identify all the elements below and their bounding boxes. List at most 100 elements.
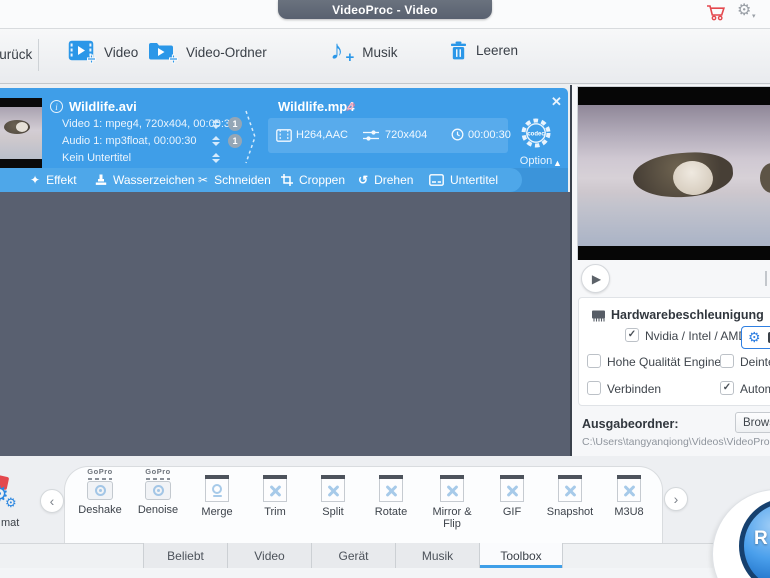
toolbox-item-mirror-flip[interactable]: Mirror & Flip	[424, 472, 480, 530]
preview-frame	[578, 105, 770, 246]
tools-page-icon	[379, 475, 403, 502]
subtitle-icon	[429, 174, 444, 186]
add-video-button[interactable]: Video	[68, 40, 138, 64]
window-title-text: VideoProc - Video	[332, 2, 438, 17]
tools-page-icon	[617, 475, 641, 502]
video-preview	[577, 86, 770, 262]
music-plus-icon: +	[345, 49, 355, 66]
app-window: VideoProc - Video ⚙ ▾ Zurück Video Video…	[0, 0, 770, 578]
toolbox-item-m3u8[interactable]: M3U8	[600, 472, 658, 519]
video-folder-add-icon	[149, 43, 178, 64]
edit-tab-crop[interactable]: Croppen	[281, 168, 345, 192]
chevron-right-icon: ›	[673, 491, 679, 507]
toolbox-item-gif[interactable]: GIF	[483, 472, 541, 519]
toolbox-item-denoise[interactable]: GoPro Denoise	[129, 468, 187, 516]
audio-track-line: Audio 1: mp3float, 00:00:30	[62, 135, 197, 147]
film-icon	[276, 129, 292, 142]
tools-page-icon	[263, 475, 287, 502]
info-icon[interactable]: i	[50, 100, 63, 113]
merge-checkbox[interactable]	[587, 381, 601, 395]
gopro-camera-detail	[146, 477, 170, 480]
browse-button[interactable]: Browser	[735, 412, 770, 433]
edit-tab-cut[interactable]: ✂ Schneiden	[198, 168, 271, 192]
add-video-folder-label: Video-Ordner	[186, 44, 267, 60]
crop-icon	[281, 174, 293, 186]
subtitle-selector[interactable]	[212, 153, 220, 163]
toolbar-separator	[38, 39, 39, 71]
clear-list-button[interactable]: Leeren	[450, 41, 518, 60]
tab-beliebt[interactable]: Beliebt	[143, 543, 227, 568]
edit-tab-effect[interactable]: ✦ Effekt	[30, 168, 77, 192]
target-resolution: 720x404	[385, 129, 428, 141]
hardware-title: Hardwarebeschleunigung	[611, 308, 764, 322]
tools-page-icon	[500, 475, 524, 502]
play-button[interactable]: ▶	[581, 264, 610, 293]
deinterlace-label: Deinterla	[740, 355, 770, 369]
hardware-settings-button[interactable]: ⚙	[741, 326, 770, 349]
tab-toolbox[interactable]: Toolbox	[479, 543, 563, 568]
gopro-camera-icon	[145, 480, 171, 500]
trash-icon	[451, 41, 466, 60]
auto-copy-checkbox[interactable]: ✓	[720, 381, 734, 395]
status-strip	[0, 568, 770, 578]
subtitle-line: Kein Untertitel	[62, 152, 132, 164]
video-track-selector[interactable]	[212, 119, 220, 129]
video-track-line: Video 1: mpeg4, 720x404, 00:00:30	[62, 118, 237, 130]
deinterlace-checkbox[interactable]	[720, 354, 734, 368]
convert-arrow-icon	[245, 110, 256, 164]
duration-clock-icon	[451, 128, 464, 141]
audio-track-selector[interactable]	[212, 136, 220, 146]
close-icon[interactable]: ✕	[551, 95, 562, 108]
svg-text:codec: codec	[527, 132, 545, 138]
toolbox-item-merge[interactable]: Merge	[188, 472, 246, 519]
video-track-count-badge: 1	[228, 117, 242, 131]
tab-geraet[interactable]: Gerät	[311, 543, 395, 568]
edit-tab-rotate[interactable]: ↺ Drehen	[358, 168, 413, 192]
settings-gear-icon[interactable]: ⚙	[737, 3, 751, 19]
chevron-left-icon: ‹	[49, 493, 55, 509]
edit-tab-watermark[interactable]: Wasserzeichen	[95, 168, 195, 192]
add-music-label: Musik	[362, 45, 398, 60]
rotate-icon: ↺	[358, 173, 369, 187]
video-add-icon	[68, 40, 96, 64]
toolbox-item-deshake[interactable]: GoPro Deshake	[71, 468, 129, 516]
back-button[interactable]: Zurück	[0, 47, 32, 62]
settings-caret-icon: ▾	[752, 13, 756, 20]
chip-icon	[592, 310, 605, 322]
target-format-gear2-icon: ⚙	[5, 495, 17, 510]
rename-pencil-icon[interactable]: ✎	[341, 102, 357, 113]
toolbox-item-snapshot[interactable]: Snapshot	[541, 472, 599, 519]
file-card: i Wildlife.avi Video 1: mpeg4, 720x404, …	[0, 88, 568, 192]
add-video-label: Video	[104, 44, 139, 60]
add-music-button[interactable]: ♪ + Musik	[330, 35, 398, 66]
tab-video[interactable]: Video	[227, 543, 311, 568]
toolbox-item-trim[interactable]: Trim	[246, 472, 304, 519]
codec-option-button[interactable]: codec Option	[516, 116, 556, 167]
playbar-clipped-control	[765, 271, 767, 286]
edit-tab-subtitle[interactable]: Untertitel	[429, 168, 498, 192]
scissors-icon: ✂	[198, 173, 209, 187]
tools-page-icon	[440, 475, 464, 502]
cart-icon[interactable]	[706, 4, 727, 21]
toolbox-item-split[interactable]: Split	[304, 472, 362, 519]
toolbox-item-rotate[interactable]: Rotate	[362, 472, 420, 519]
source-filename: Wildlife.avi	[69, 99, 137, 114]
gopro-camera-icon	[87, 480, 113, 500]
music-note-icon: ♪	[330, 35, 344, 65]
add-video-folder-button[interactable]: Video-Ordner	[148, 40, 267, 64]
target-duration: 00:00:30	[468, 129, 511, 141]
gpu-label: Nvidia / Intel / AMD	[645, 329, 748, 343]
gpu-checkbox[interactable]: ✓	[625, 328, 639, 342]
card-scroll-up-icon[interactable]: ▲	[553, 159, 562, 168]
output-folder-label: Ausgabeordner:	[582, 417, 679, 431]
merge-tool-icon	[205, 475, 229, 502]
audio-track-count-badge: 1	[228, 134, 242, 148]
clear-list-label: Leeren	[476, 43, 519, 58]
tools-page-icon	[558, 475, 582, 502]
tab-musik[interactable]: Musik	[395, 543, 479, 568]
high-quality-checkbox[interactable]	[587, 354, 601, 368]
file-drop-area[interactable]	[0, 192, 570, 456]
toolbox-scroll-left-button[interactable]: ‹	[40, 489, 64, 513]
toolbox-scroll-right-button[interactable]: ›	[664, 487, 688, 511]
resolution-sliders-icon	[363, 130, 379, 141]
